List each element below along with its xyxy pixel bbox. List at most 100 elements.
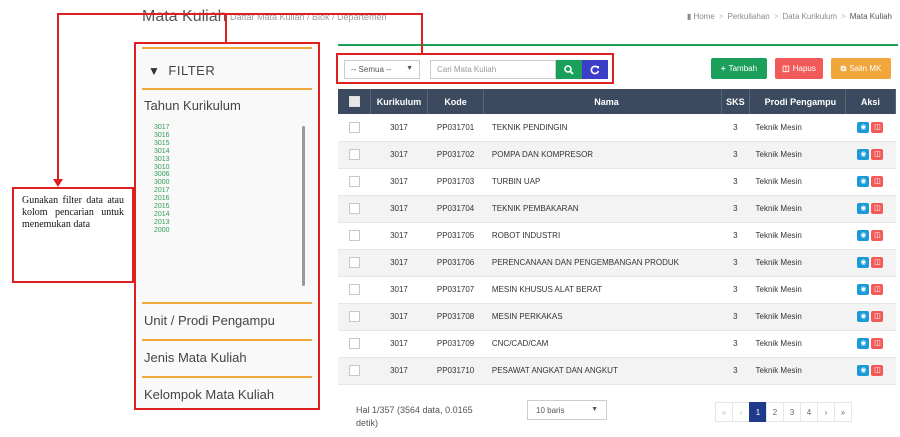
trash-icon[interactable]: ◫	[871, 284, 884, 295]
table-row[interactable]: 3017 PP031708 MESIN PERKAKAS 3 Teknik Mesin ◉…	[338, 303, 896, 331]
table-row[interactable]: 3017 PP031703 TURBIN UAP 3 Teknik Mesin ◉ ◫	[338, 168, 896, 196]
trash-icon[interactable]: ◫	[871, 257, 884, 268]
category-select[interactable]: -- Semua -- ▼	[344, 60, 420, 79]
cell-nama: POMPA DAN KOMPRESOR	[483, 141, 722, 169]
trash-icon[interactable]: ◫	[871, 176, 884, 187]
filter-sidebar: ▼ FILTER Tahun Kurikulum 3017 3016 3015 3014…	[134, 42, 320, 410]
row-checkbox[interactable]	[348, 284, 360, 295]
year-item[interactable]: 3013	[154, 156, 304, 164]
year-item[interactable]: 2017	[154, 187, 304, 195]
cell-sks: 3	[721, 276, 750, 304]
page-button[interactable]: 2	[766, 402, 784, 422]
page-button[interactable]: »	[834, 402, 852, 422]
header-nama[interactable]: Nama	[483, 89, 722, 114]
cell-nama: PERENCANAAN DAN PENGEMBANGAN PRODUK	[483, 249, 722, 277]
eye-icon[interactable]: ◉	[857, 338, 870, 349]
year-item[interactable]: 2016	[154, 195, 304, 203]
year-scrollbar[interactable]	[302, 126, 305, 286]
table-row[interactable]: 3017 PP031707 MESIN KHUSUS ALAT BERAT 3 Tekn…	[338, 276, 896, 304]
header-kurikulum[interactable]: Kurikulum	[370, 89, 428, 114]
page-button[interactable]: «	[715, 402, 733, 422]
eye-icon[interactable]: ◉	[857, 365, 870, 376]
search-input[interactable]: Cari Mata Kuliah	[430, 60, 556, 79]
year-item[interactable]: 3016	[154, 132, 304, 140]
cell-kode: PP031709	[427, 330, 484, 358]
select-all-checkbox[interactable]	[348, 96, 360, 108]
page-button[interactable]: 3	[783, 402, 801, 422]
trash-icon[interactable]: ◫	[871, 338, 884, 349]
table-row[interactable]: 3017 PP031706 PERENCANAAN DAN PENGEMBANGAN…	[338, 249, 896, 277]
trash-icon[interactable]: ◫	[871, 365, 884, 376]
annotation-line	[421, 13, 423, 55]
table-row[interactable]: 3017 PP031710 PESAWAT ANGKAT DAN ANGKUT 3 Te…	[338, 357, 896, 385]
trash-icon[interactable]: ◫	[871, 149, 884, 160]
breadcrumb-current: Mata Kuliah	[849, 12, 892, 21]
cell-prodi: Teknik Mesin	[749, 357, 846, 385]
row-checkbox[interactable]	[348, 338, 360, 349]
eye-icon[interactable]: ◉	[857, 230, 870, 241]
unit-prodi-title: Unit / Prodi Pengampu	[144, 313, 275, 328]
eye-icon[interactable]: ◉	[857, 311, 870, 322]
year-item[interactable]: 3006	[154, 171, 304, 179]
mata-kuliah-table: Kurikulum Kode Nama SKS Prodi Pengampu A…	[338, 89, 897, 385]
header-sks[interactable]: SKS	[721, 89, 751, 114]
breadcrumb-perkuliahan[interactable]: Perkuliahan	[727, 12, 769, 21]
trash-icon[interactable]: ◫	[871, 121, 884, 133]
eye-icon[interactable]: ◉	[857, 121, 870, 133]
table-row[interactable]: 3017 PP031701 TEKNIK PENDINGIN 3 Teknik Mesi…	[338, 114, 896, 142]
year-item[interactable]: 2015	[154, 203, 304, 211]
copy-icon: ⧉	[840, 63, 847, 73]
cell-sks: 3	[721, 141, 750, 169]
eye-icon[interactable]: ◉	[857, 149, 870, 160]
page-button[interactable]: 1	[749, 402, 767, 422]
table-row[interactable]: 3017 PP031702 POMPA DAN KOMPRESOR 3 Teknik M…	[338, 141, 896, 169]
row-checkbox[interactable]	[348, 311, 360, 322]
eye-icon[interactable]: ◉	[857, 203, 870, 214]
tahun-kurikulum-title[interactable]: Tahun Kurikulum	[142, 98, 312, 113]
row-checkbox[interactable]	[348, 121, 360, 133]
breadcrumb-data-kurikulum[interactable]: Data Kurikulum	[782, 12, 837, 21]
year-item[interactable]: 3014	[154, 148, 304, 156]
trash-icon[interactable]: ◫	[871, 203, 884, 214]
cell-aksi: ◉ ◫	[845, 168, 896, 196]
breadcrumb-home[interactable]: Home	[693, 12, 714, 21]
page-button[interactable]: 4	[800, 402, 818, 422]
row-checkbox[interactable]	[348, 257, 360, 268]
eye-icon[interactable]: ◉	[857, 257, 870, 268]
year-item[interactable]: 3000	[154, 179, 304, 187]
unit-prodi-section[interactable]: Unit / Prodi Pengampu	[142, 302, 312, 338]
rows-per-page-select[interactable]: 10 baris ▼	[527, 400, 607, 420]
table-row[interactable]: 3017 PP031705 ROBOT INDUSTRI 3 Teknik Mesin ◉…	[338, 222, 896, 250]
search-button[interactable]	[556, 60, 582, 79]
refresh-button[interactable]	[582, 60, 608, 79]
salin-mk-button[interactable]: ⧉ Salin MK	[831, 58, 891, 79]
cell-nama: CNC/CAD/CAM	[483, 330, 722, 358]
trash-icon[interactable]: ◫	[871, 311, 884, 322]
page-button[interactable]: ‹	[732, 402, 750, 422]
year-item[interactable]: 3010	[154, 164, 304, 172]
table-row[interactable]: 3017 PP031704 TEKNIK PEMBAKARAN 3 Teknik Mes…	[338, 195, 896, 223]
year-item[interactable]: 3015	[154, 140, 304, 148]
row-checkbox[interactable]	[348, 176, 360, 187]
header-kode[interactable]: Kode	[427, 89, 485, 114]
year-item[interactable]: 2000	[154, 227, 304, 235]
year-item[interactable]: 2014	[154, 211, 304, 219]
row-checkbox[interactable]	[348, 230, 360, 241]
tambah-button[interactable]: + Tambah	[711, 58, 767, 79]
year-item[interactable]: 2013	[154, 219, 304, 227]
eye-icon[interactable]: ◉	[857, 284, 870, 295]
jenis-mata-kuliah-section[interactable]: Jenis Mata Kuliah	[142, 339, 312, 375]
kelompok-mata-kuliah-section[interactable]: Kelompok Mata Kuliah	[142, 376, 312, 412]
year-scrollbar-thumb[interactable]	[302, 126, 305, 286]
row-checkbox[interactable]	[348, 203, 360, 214]
cell-prodi: Teknik Mesin	[749, 141, 846, 169]
row-checkbox[interactable]	[348, 365, 360, 376]
trash-icon[interactable]: ◫	[871, 230, 884, 241]
page-button[interactable]: ›	[817, 402, 835, 422]
year-item[interactable]: 3017	[154, 124, 304, 132]
eye-icon[interactable]: ◉	[857, 176, 870, 187]
hapus-button[interactable]: ◫ Hapus	[775, 58, 823, 79]
table-row[interactable]: 3017 PP031709 CNC/CAD/CAM 3 Teknik Mesin ◉ ◫	[338, 330, 896, 358]
row-checkbox[interactable]	[348, 149, 360, 160]
header-prodi[interactable]: Prodi Pengampu	[749, 89, 846, 114]
